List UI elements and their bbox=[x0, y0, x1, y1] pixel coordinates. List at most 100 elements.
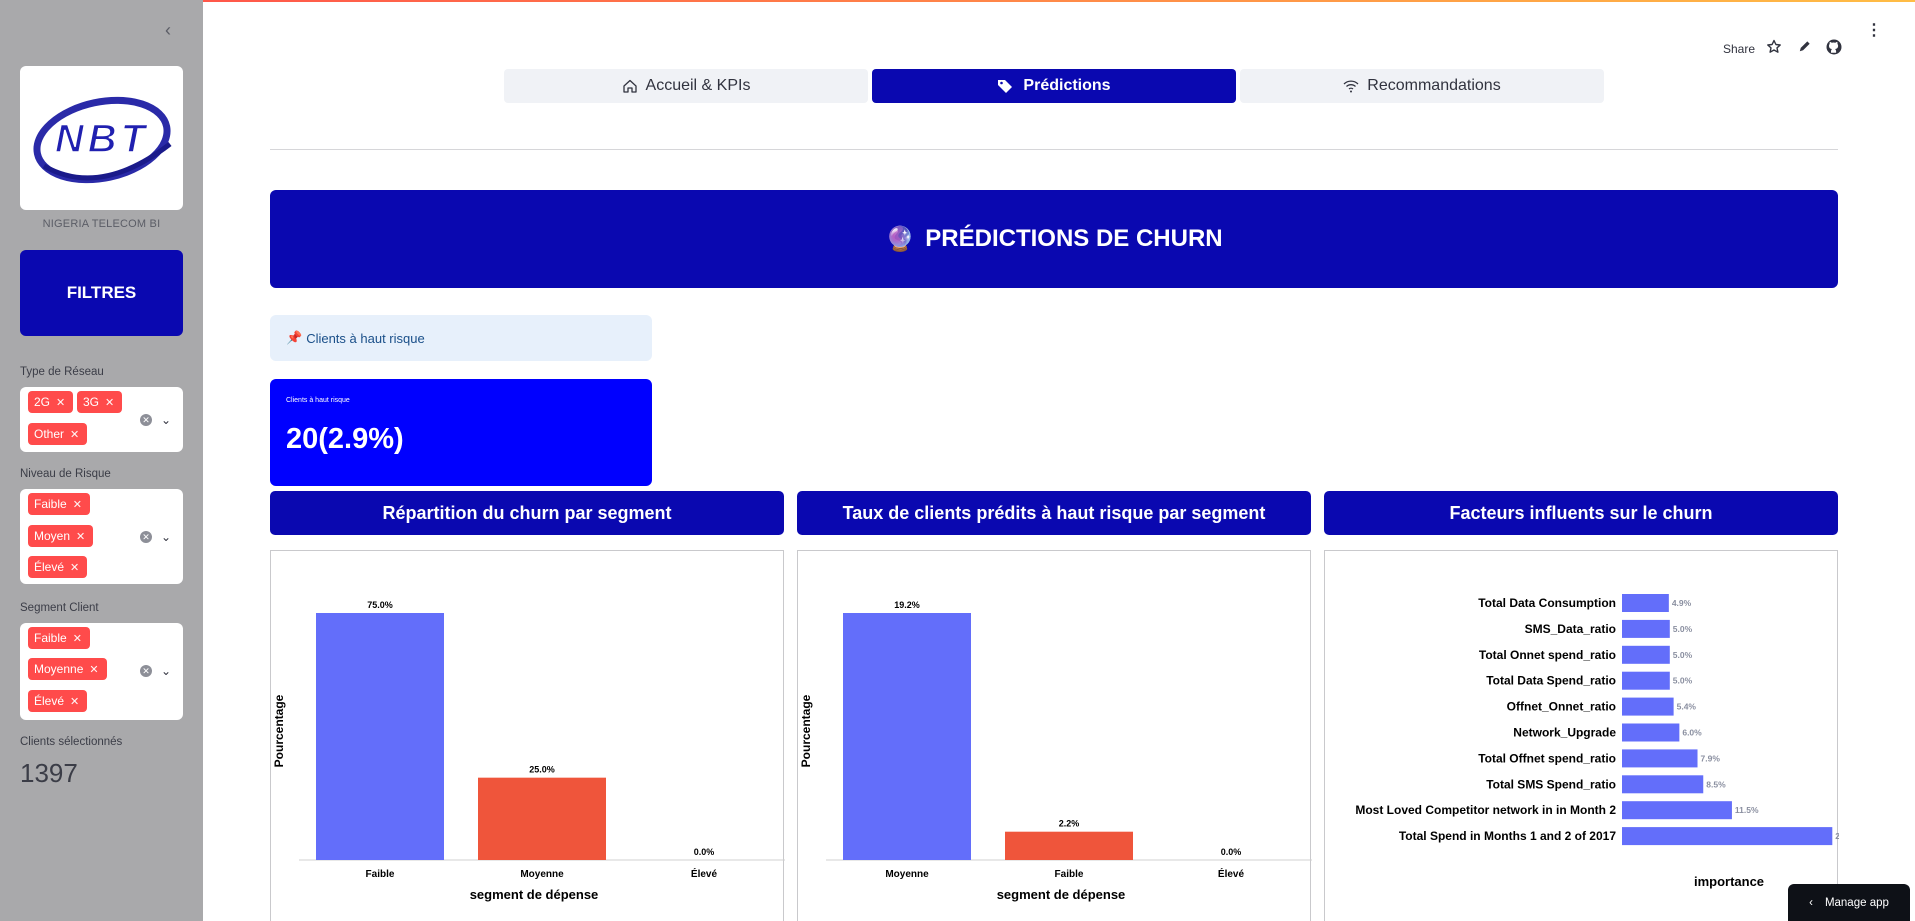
segment-client-label: Segment Client bbox=[20, 602, 99, 614]
data-label: 5.0% bbox=[1673, 676, 1693, 686]
clear-all-icon[interactable]: ✕ bbox=[140, 665, 152, 677]
tick-label: Élevé bbox=[691, 867, 718, 880]
data-label: 5.4% bbox=[1677, 702, 1697, 712]
page-title: PRÉDICTIONS DE CHURN bbox=[925, 225, 1223, 252]
star-icon[interactable] bbox=[1766, 39, 1782, 58]
network-type-label: Type de Réseau bbox=[20, 366, 104, 378]
tab-predictions[interactable]: Prédictions bbox=[872, 69, 1236, 103]
remove-chip-icon[interactable]: ✕ bbox=[70, 695, 79, 708]
bar bbox=[1622, 827, 1833, 846]
data-label: 25.0% bbox=[529, 765, 555, 775]
selected-clients-label: Clients sélectionnés bbox=[20, 736, 123, 748]
y-axis-title: Pourcentage bbox=[799, 694, 813, 767]
bar bbox=[1622, 749, 1698, 768]
y-axis-title: Pourcentage bbox=[272, 694, 286, 767]
tab-recommandations[interactable]: Recommandations bbox=[1240, 69, 1604, 103]
home-icon bbox=[622, 79, 637, 93]
github-icon[interactable] bbox=[1826, 39, 1842, 58]
section-title-churn-segment: Répartition du churn par segment bbox=[270, 491, 784, 535]
filters-title: FILTRES bbox=[20, 250, 183, 336]
tick-label: Total Offnet spend_ratio bbox=[1478, 751, 1616, 765]
data-label: 6.0% bbox=[1682, 728, 1702, 738]
remove-chip-icon[interactable]: ✕ bbox=[73, 632, 82, 645]
data-label: 19.2% bbox=[894, 600, 920, 610]
tag-icon bbox=[998, 80, 1013, 93]
bar bbox=[1005, 831, 1133, 860]
data-label: 75.0% bbox=[367, 600, 393, 610]
company-logo: NBT bbox=[20, 66, 183, 210]
chart-factors: Total Data Consumption 4.9% SMS_Data_ratio… bbox=[1324, 550, 1839, 921]
tick-label: Élevé bbox=[1218, 867, 1245, 880]
manage-app-button[interactable]: ‹ Manage app bbox=[1788, 884, 1910, 921]
bar bbox=[1622, 671, 1670, 690]
tick-label: SMS_Data_ratio bbox=[1525, 622, 1616, 636]
chip-3g: 3G ✕ bbox=[77, 391, 123, 413]
tick-label: Total SMS Spend_ratio bbox=[1486, 777, 1616, 791]
clear-all-icon[interactable]: ✕ bbox=[140, 414, 152, 426]
tab-bar: Accueil & KPIs Prédictions Recommandatio… bbox=[504, 69, 1604, 103]
remove-chip-icon[interactable]: ✕ bbox=[70, 561, 79, 574]
chevron-down-icon[interactable]: ⌄ bbox=[160, 531, 172, 543]
chip-moyenne: Moyenne ✕ bbox=[28, 658, 107, 680]
segment-client-multiselect[interactable]: Faible ✕ Moyenne ✕ Élevé ✕ ✕ ⌄ bbox=[20, 623, 183, 720]
section-title-risk-segment: Taux de clients prédits à haut risque pa… bbox=[797, 491, 1311, 535]
edit-icon[interactable] bbox=[1797, 39, 1812, 57]
data-label: 5.0% bbox=[1673, 624, 1693, 634]
share-button[interactable]: Share bbox=[1723, 42, 1755, 56]
data-label: 11.5% bbox=[1735, 805, 1759, 815]
data-label: 4.9% bbox=[1672, 598, 1692, 608]
data-label: 0.0% bbox=[1221, 847, 1242, 857]
info-text: Clients à haut risque bbox=[306, 330, 425, 346]
bar bbox=[1622, 594, 1669, 612]
tab-accueil-kpis[interactable]: Accueil & KPIs bbox=[504, 69, 868, 103]
chevron-down-icon[interactable]: ⌄ bbox=[160, 665, 172, 677]
remove-chip-icon[interactable]: ✕ bbox=[105, 396, 114, 409]
collapse-sidebar-icon[interactable]: ‹ bbox=[160, 21, 176, 39]
risk-level-multiselect[interactable]: Faible ✕ Moyen ✕ Élevé ✕ ✕ ⌄ bbox=[20, 489, 183, 584]
bar bbox=[1622, 619, 1670, 638]
tab-label: Recommandations bbox=[1367, 77, 1501, 94]
tick-label: Moyenne bbox=[520, 869, 564, 880]
clear-all-icon[interactable]: ✕ bbox=[140, 531, 152, 543]
tick-label: Moyenne bbox=[885, 869, 929, 880]
wifi-icon bbox=[1343, 80, 1359, 93]
tick-label: Network_Upgrade bbox=[1513, 726, 1616, 740]
chip-faible: Faible ✕ bbox=[28, 627, 90, 649]
data-label: 22 bbox=[1835, 831, 1839, 841]
tick-label: Offnet_Onnet_ratio bbox=[1507, 700, 1616, 714]
data-label: 5.0% bbox=[1673, 650, 1693, 660]
remove-chip-icon[interactable]: ✕ bbox=[89, 663, 98, 676]
data-label: 2.2% bbox=[1059, 819, 1080, 829]
remove-chip-icon[interactable]: ✕ bbox=[56, 396, 65, 409]
remove-chip-icon[interactable]: ✕ bbox=[73, 498, 82, 511]
section-title-factors: Facteurs influents sur le churn bbox=[1324, 491, 1838, 535]
kpi-value: 20(2.9%) bbox=[286, 423, 404, 455]
chip-eleve: Élevé ✕ bbox=[28, 690, 88, 712]
remove-chip-icon[interactable]: ✕ bbox=[70, 428, 79, 441]
bar bbox=[1622, 697, 1674, 716]
chip-faible: Faible ✕ bbox=[28, 493, 90, 515]
tab-label: Accueil & KPIs bbox=[645, 77, 751, 94]
remove-chip-icon[interactable]: ✕ bbox=[76, 530, 85, 543]
tick-label: Faible bbox=[1055, 869, 1084, 880]
tick-label: Most Loved Competitor network in in Mont… bbox=[1355, 803, 1616, 817]
chip-2g: 2G ✕ bbox=[28, 391, 74, 413]
data-label: 0.0% bbox=[694, 847, 715, 857]
tick-label: Total Onnet spend_ratio bbox=[1479, 648, 1616, 662]
bar bbox=[478, 777, 606, 860]
sidebar: ‹ NBT NIGERIA TELECOM BI FILTRES Type de… bbox=[0, 0, 203, 921]
bar bbox=[1622, 645, 1670, 664]
page-title-banner: 🔮 PRÉDICTIONS DE CHURN bbox=[270, 190, 1838, 288]
bar bbox=[1622, 723, 1680, 742]
top-accent-line bbox=[0, 0, 1915, 2]
chevron-down-icon[interactable]: ⌄ bbox=[160, 414, 172, 426]
svg-text:NBT: NBT bbox=[55, 117, 149, 161]
chip-eleve: Élevé ✕ bbox=[28, 556, 88, 578]
main-menu-icon[interactable]: ⋮ bbox=[1866, 23, 1882, 39]
data-label: 8.5% bbox=[1706, 779, 1726, 789]
pin-icon: 📌 bbox=[286, 330, 303, 345]
manage-app-label: Manage app bbox=[1824, 896, 1889, 909]
network-type-multiselect[interactable]: 2G ✕ 3G ✕ Other ✕ ✕ ⌄ bbox=[20, 387, 183, 452]
tick-label: Total Data Consumption bbox=[1478, 596, 1616, 610]
chevron-left-icon: ‹ bbox=[1809, 896, 1813, 909]
